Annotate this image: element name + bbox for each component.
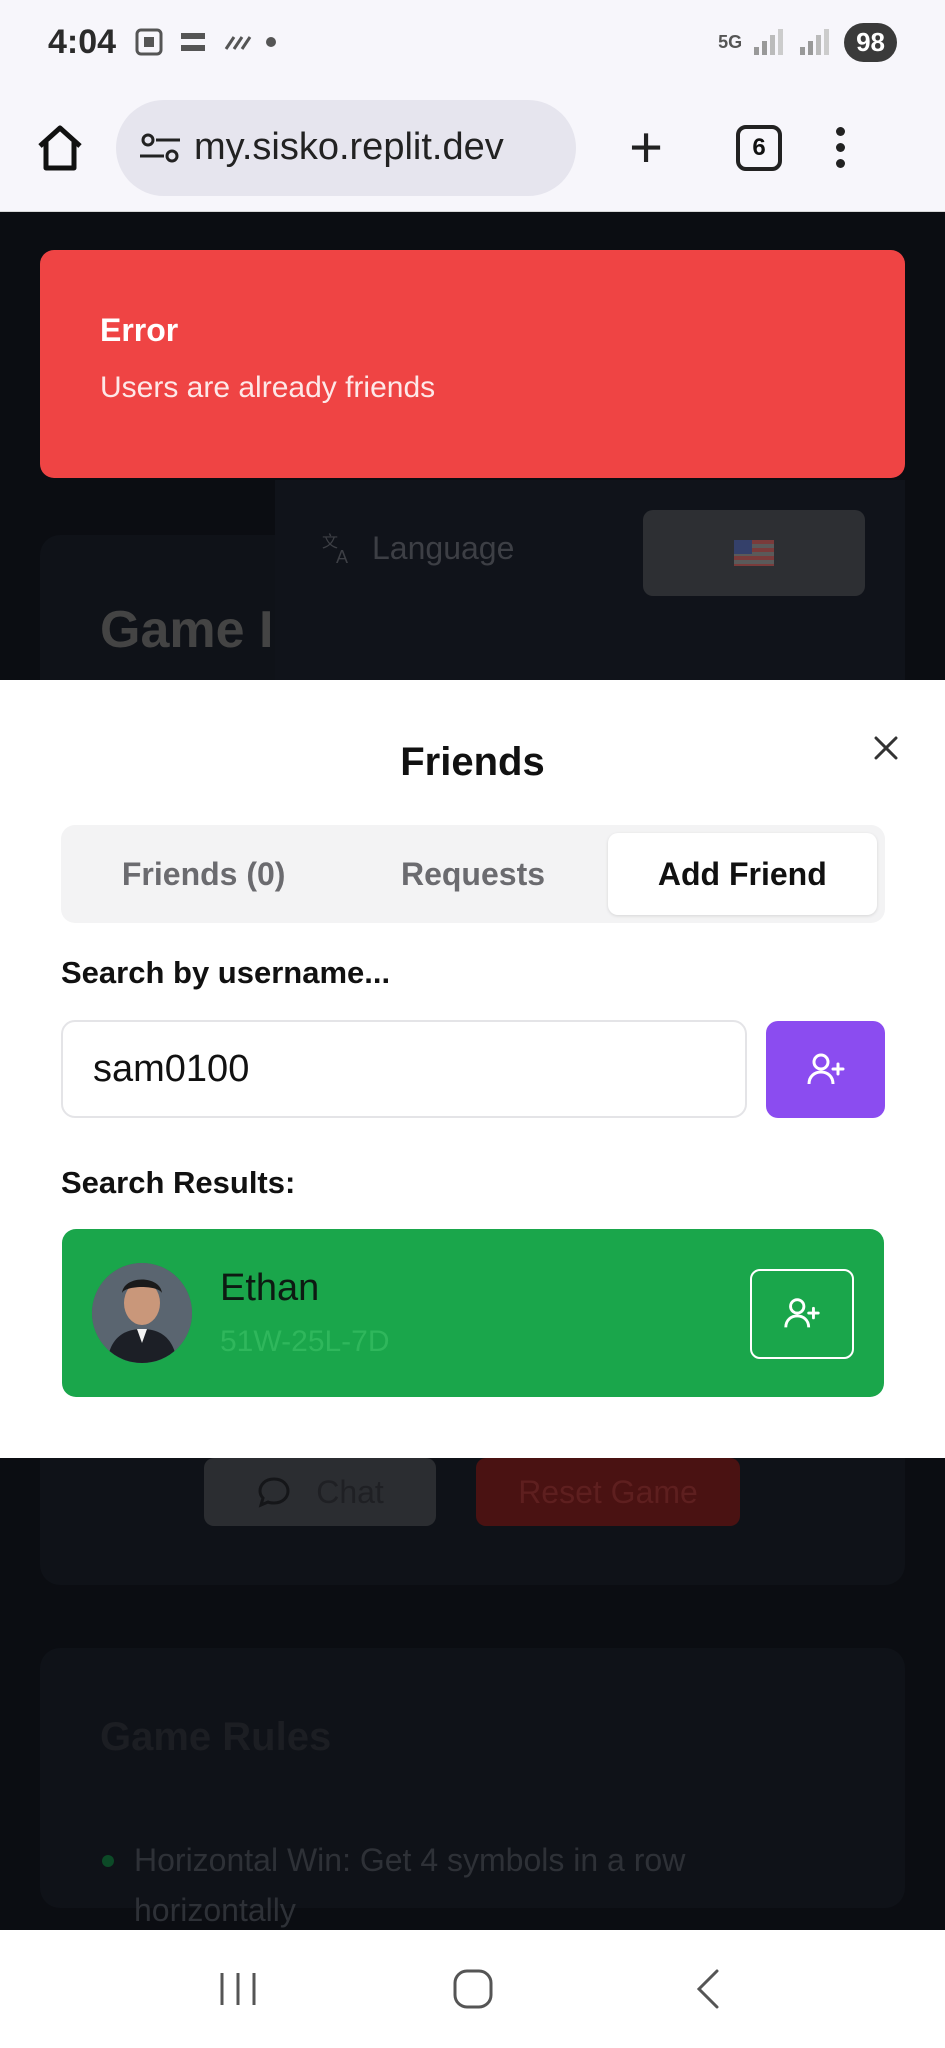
tab-requests[interactable]: Requests bbox=[338, 833, 607, 915]
system-nav-bar bbox=[0, 1930, 945, 2048]
background-chat-button: Chat bbox=[204, 1458, 436, 1526]
background-game-title: Game I bbox=[100, 601, 274, 659]
modal-title: Friends bbox=[400, 740, 545, 784]
browser-menu-icon[interactable] bbox=[836, 127, 845, 168]
search-label: Search by username... bbox=[61, 955, 391, 990]
translate-icon: 文A bbox=[322, 533, 348, 567]
error-toast: Error Users are already friends bbox=[40, 250, 905, 478]
results-label: Search Results: bbox=[61, 1165, 296, 1200]
tab-friends[interactable]: Friends (0) bbox=[69, 833, 338, 915]
result-username: Ethan bbox=[220, 1267, 320, 1309]
signal-icon-2 bbox=[800, 29, 830, 55]
cast-icon bbox=[181, 33, 206, 51]
user-plus-icon bbox=[807, 1053, 844, 1084]
rules-title: Game Rules bbox=[100, 1715, 332, 1759]
address-bar[interactable]: my.sisko.replit.dev bbox=[116, 99, 576, 196]
site-settings-icon[interactable] bbox=[136, 128, 184, 168]
result-stats: 51W-25L-7D bbox=[220, 1325, 390, 1358]
status-notification-icons bbox=[134, 27, 277, 57]
close-icon[interactable] bbox=[866, 728, 906, 768]
signal-icon bbox=[754, 29, 784, 55]
url-text: my.sisko.replit.dev bbox=[194, 126, 504, 168]
avatar bbox=[92, 1263, 192, 1363]
search-add-button[interactable] bbox=[766, 1021, 885, 1118]
home-icon[interactable] bbox=[28, 116, 92, 180]
network-type: 5G bbox=[718, 31, 743, 52]
friends-modal: Friends Friends (0) Requests Add Friend … bbox=[0, 680, 945, 1458]
background-language-row: 文A Language bbox=[320, 530, 514, 567]
status-bar: 4:04 5G 98 bbox=[0, 0, 945, 84]
toast-title: Error bbox=[100, 312, 179, 348]
svg-text:A: A bbox=[336, 547, 348, 567]
us-flag-icon bbox=[734, 540, 774, 566]
tab-add-friend[interactable]: Add Friend bbox=[607, 833, 877, 915]
battery-indicator: 98 bbox=[844, 22, 897, 62]
language-flag-button bbox=[643, 510, 865, 596]
back-icon[interactable] bbox=[678, 1959, 738, 2019]
language-label: Language bbox=[372, 530, 515, 566]
status-right: 5G 98 bbox=[718, 22, 897, 62]
username-search-input[interactable] bbox=[61, 1020, 747, 1118]
search-result-item: Ethan 51W-25L-7D bbox=[62, 1229, 884, 1397]
screenshot-icon bbox=[135, 28, 163, 56]
status-time: 4:04 bbox=[48, 22, 117, 61]
dot-icon bbox=[266, 37, 277, 47]
new-tab-button[interactable]: + bbox=[616, 114, 676, 181]
tab-switcher-button[interactable]: 6 bbox=[736, 124, 782, 171]
browser-toolbar: my.sisko.replit.dev + 6 bbox=[0, 84, 945, 212]
home-nav-icon[interactable] bbox=[443, 1959, 503, 2019]
user-plus-icon bbox=[784, 1298, 820, 1328]
chat-icon bbox=[258, 1477, 290, 1508]
recents-icon[interactable] bbox=[208, 1959, 268, 2019]
background-reset-button: Reset Game bbox=[476, 1458, 740, 1526]
friends-tabs: Friends (0) Requests Add Friend bbox=[61, 825, 885, 923]
data-saver-icon bbox=[224, 36, 252, 50]
rule-item: Horizontal Win: Get 4 symbols in a row h… bbox=[100, 1835, 800, 1935]
toast-message: Users are already friends bbox=[100, 371, 436, 404]
chat-label: Chat bbox=[316, 1473, 384, 1510]
add-friend-button[interactable] bbox=[750, 1269, 854, 1359]
